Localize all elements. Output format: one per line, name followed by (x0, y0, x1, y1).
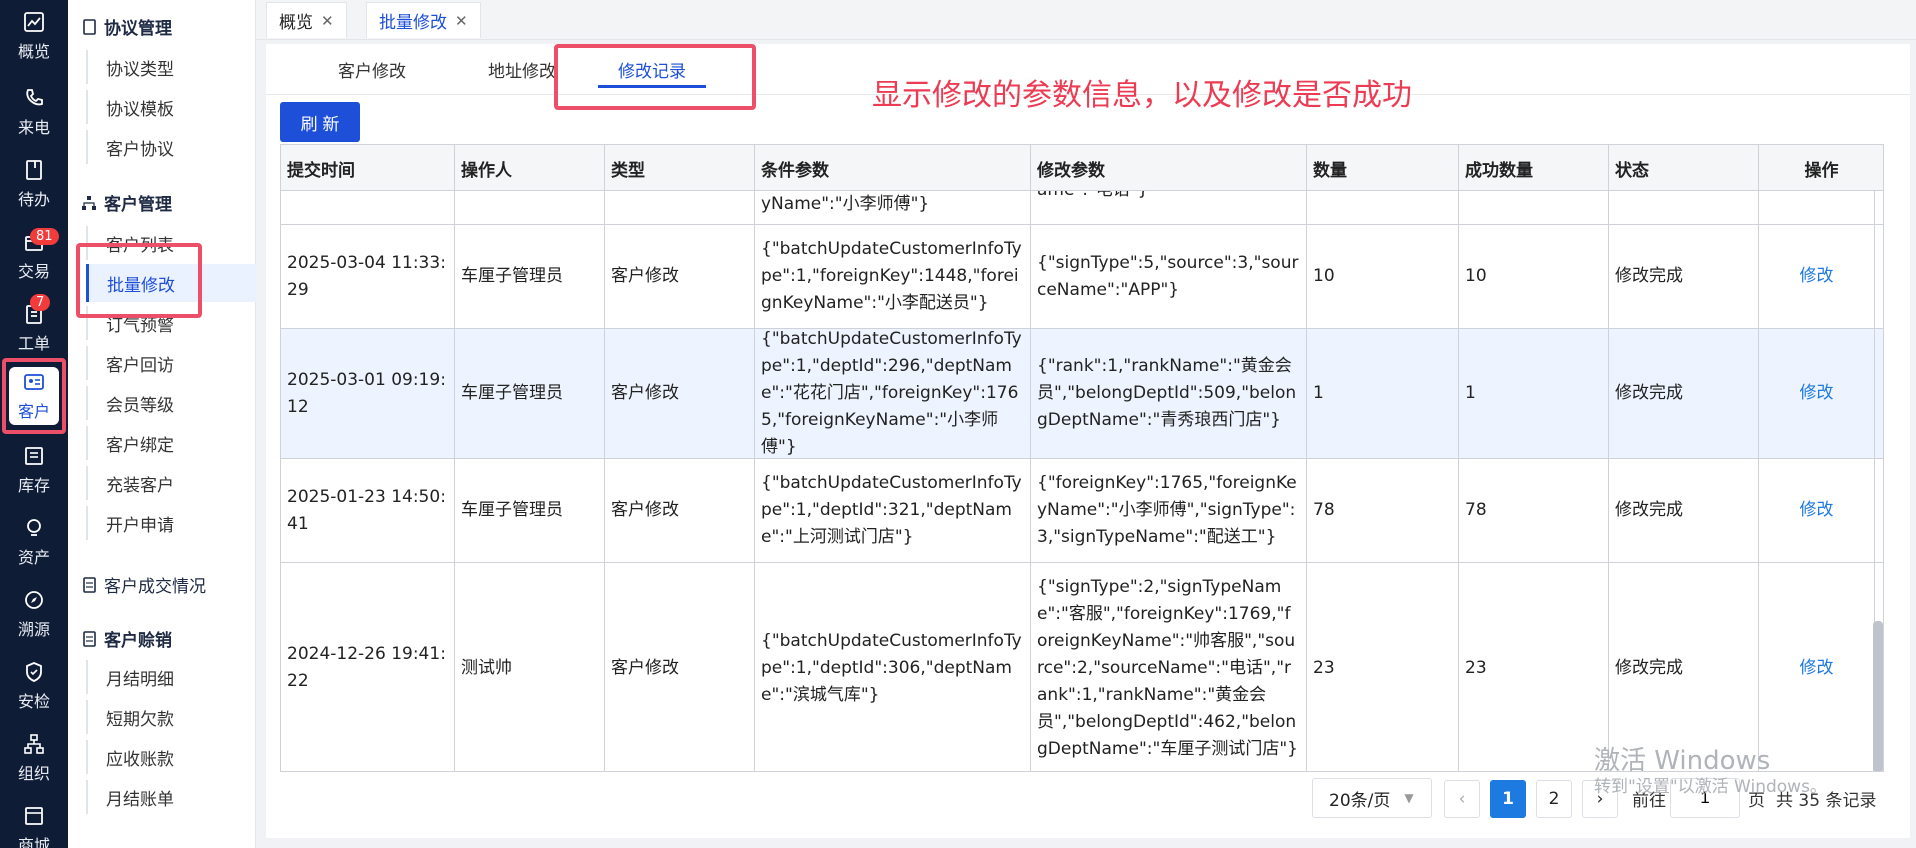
tab-batch-edit[interactable]: 批量修改 ✕ (366, 2, 481, 38)
tab-overview[interactable]: 概览 ✕ (266, 2, 347, 38)
col-type[interactable]: 类型 (605, 145, 755, 191)
bulb-icon (22, 516, 46, 540)
table-header: 提交时间 操作人 类型 条件参数 修改参数 数量 成功数量 状态 操作 (281, 145, 1883, 191)
table-row[interactable]: 2025-01-23 14:50:41 车厘子管理员 客户修改 {"batchU… (281, 459, 1883, 563)
subtab-customer-edit[interactable]: 客户修改 (312, 44, 432, 94)
page-tabs: 概览 ✕ 批量修改 ✕ (256, 0, 1916, 40)
edit-link[interactable]: 修改 (1759, 225, 1875, 328)
page-1-button[interactable]: 1 (1490, 780, 1526, 818)
icon-rail: 概览 来电 待办 交易 81 工单 7 客户 库存 资产 溯源 安检 组织 商城 (0, 0, 68, 848)
secondary-menu: 协议管理 协议类型 协议模板 客户协议 客户管理 客户列表 批量修改 订气预警 … (68, 0, 256, 848)
compass-icon (22, 588, 46, 612)
menu-item-customer-binding[interactable]: 客户绑定 (86, 426, 256, 460)
col-operator[interactable]: 操作人 (455, 145, 605, 191)
menu-item-short-debt[interactable]: 短期欠款 (86, 700, 256, 734)
col-action[interactable]: 操作 (1759, 145, 1883, 191)
trade-badge: 81 (30, 228, 59, 245)
edit-link[interactable]: 修改 (1759, 459, 1875, 562)
menu-item-member-level[interactable]: 会员等级 (86, 386, 256, 420)
col-count[interactable]: 数量 (1307, 145, 1459, 191)
document-icon (82, 18, 96, 35)
menu-item-account-opening[interactable]: 开户申请 (86, 506, 256, 540)
rail-item-ticket[interactable]: 工单 7 (0, 294, 68, 360)
menu-item-receivables[interactable]: 应收账款 (86, 740, 256, 774)
close-icon[interactable]: ✕ (321, 12, 334, 30)
rail-item-calls[interactable]: 来电 (0, 80, 68, 144)
table-row[interactable]: 2025-03-04 11:33:29 车厘子管理员 客户修改 {"batchU… (281, 225, 1883, 329)
subtab-address-edit[interactable]: 地址修改 (462, 44, 582, 94)
col-condition[interactable]: 条件参数 (755, 145, 1031, 191)
menu-item-filling-customer[interactable]: 充装客户 (86, 466, 256, 500)
rail-item-overview[interactable]: 概览 (0, 4, 68, 68)
rail-item-inventory[interactable]: 库存 (0, 438, 68, 502)
menu-group-agreement[interactable]: 协议管理 (82, 14, 172, 39)
col-modification[interactable]: 修改参数 (1031, 145, 1307, 191)
menu-item-agreement-type[interactable]: 协议类型 (86, 50, 256, 84)
edit-link[interactable]: 修改 (1759, 329, 1875, 458)
rail-item-assets[interactable]: 资产 (0, 510, 68, 574)
report-icon (82, 576, 96, 593)
menu-item-monthly-detail[interactable]: 月结明细 (86, 660, 256, 694)
rail-item-trace[interactable]: 溯源 (0, 582, 68, 646)
prev-page-button[interactable]: ‹ (1444, 780, 1480, 818)
rail-item-todo[interactable]: 待办 (0, 152, 68, 216)
page-2-button[interactable]: 2 (1536, 780, 1572, 818)
menu-group-deals[interactable]: 客户成交情况 (82, 572, 206, 597)
rail-item-customer[interactable]: 客户 (0, 364, 68, 428)
id-card-icon (22, 370, 46, 394)
ledger-icon (82, 630, 96, 647)
ticket-badge: 7 (30, 294, 51, 311)
edit-link[interactable]: 修改 (1759, 563, 1875, 771)
page-size-select[interactable]: 20条/页 ▼ (1312, 778, 1432, 818)
rail-item-trade[interactable]: 交易 81 (0, 224, 68, 288)
table-row-partial: yName":"小李师傅"} ame":"电话"} (281, 191, 1883, 225)
shop-icon (22, 804, 46, 828)
table-row[interactable]: 2025-03-01 09:19:12 车厘子管理员 客户修改 {"batchU… (281, 329, 1883, 459)
menu-item-customer-list[interactable]: 客户列表 (86, 226, 256, 260)
phone-icon (22, 86, 46, 110)
shield-icon (22, 660, 46, 684)
col-success-count[interactable]: 成功数量 (1459, 145, 1609, 191)
list-icon (22, 444, 46, 468)
menu-item-order-alert[interactable]: 订气预警 (86, 306, 256, 340)
chart-icon (22, 10, 46, 34)
refresh-button[interactable]: 刷 新 (280, 102, 360, 142)
col-status[interactable]: 状态 (1609, 145, 1759, 191)
org-icon (22, 732, 46, 756)
records-table: 提交时间 操作人 类型 条件参数 修改参数 数量 成功数量 状态 操作 yNam… (280, 144, 1884, 772)
menu-item-customer-visit[interactable]: 客户回访 (86, 346, 256, 380)
menu-group-customer[interactable]: 客户管理 (82, 190, 172, 215)
rail-item-org[interactable]: 组织 (0, 726, 68, 790)
col-submit-time[interactable]: 提交时间 (281, 145, 455, 191)
menu-group-credit[interactable]: 客户赊销 (82, 626, 172, 651)
menu-item-customer-agreement[interactable]: 客户协议 (86, 130, 256, 164)
activation-watermark-sub: 转到"设置"以激活 Windows。 (1594, 777, 1827, 797)
menu-item-monthly-bill[interactable]: 月结账单 (86, 780, 256, 814)
chevron-left-icon: ‹ (1458, 789, 1466, 809)
table-scrollbar[interactable] (1873, 621, 1883, 771)
rail-item-shop[interactable]: 商城 (0, 798, 68, 848)
hierarchy-icon (82, 195, 96, 211)
caret-down-icon: ▼ (1404, 791, 1414, 805)
close-icon[interactable]: ✕ (455, 12, 468, 30)
annotation-text: 显示修改的参数信息，以及修改是否成功 (872, 78, 1412, 113)
subtab-edit-records[interactable]: 修改记录 (598, 44, 706, 94)
rail-item-security[interactable]: 安检 (0, 654, 68, 718)
menu-item-batch-edit[interactable]: 批量修改 (86, 264, 256, 302)
bookmark-icon (22, 158, 46, 182)
menu-item-agreement-template[interactable]: 协议模板 (86, 90, 256, 124)
